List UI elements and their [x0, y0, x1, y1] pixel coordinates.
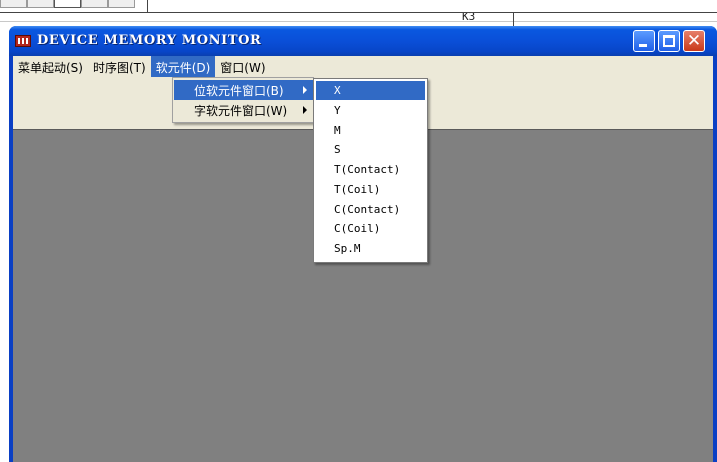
maximize-button[interactable]: [658, 30, 680, 52]
close-icon: ✕: [686, 31, 702, 51]
submenu-item-special-m[interactable]: Sp.M: [316, 239, 425, 258]
submenu-item-s[interactable]: S: [316, 140, 425, 159]
menu-window[interactable]: 窗口(W): [215, 56, 270, 77]
close-button[interactable]: ✕: [683, 30, 705, 52]
menu-item-word-device-window[interactable]: 字软元件窗口(W): [174, 100, 313, 120]
submenu-arrow-icon: [303, 86, 307, 94]
background-cell: [54, 0, 81, 8]
menu-start[interactable]: 菜单起动(S): [13, 56, 88, 77]
device-dropdown-menu: 位软元件窗口(B) 字软元件窗口(W): [172, 77, 314, 123]
menu-bar: 菜单起动(S) 时序图(T) 软元件(D) 窗口(W): [13, 56, 713, 77]
background-app-toolbar: K3: [0, 0, 717, 23]
menu-item-bit-device-window[interactable]: 位软元件窗口(B): [174, 80, 313, 100]
submenu-arrow-icon: [303, 106, 307, 114]
menu-item-label: 位软元件窗口(B): [194, 84, 284, 98]
background-cell: [0, 0, 27, 8]
menu-device[interactable]: 软元件(D): [150, 56, 216, 77]
submenu-item-c-coil[interactable]: C(Coil): [316, 219, 425, 238]
background-line: [513, 12, 514, 26]
menu-item-label: 字软元件窗口(W): [194, 104, 288, 118]
background-line: [0, 12, 717, 13]
maximize-icon: [663, 35, 675, 47]
menu-timing-chart[interactable]: 时序图(T): [88, 56, 151, 77]
submenu-item-y[interactable]: Y: [316, 101, 425, 120]
app-icon[interactable]: [15, 35, 31, 47]
minimize-icon: [639, 44, 647, 47]
submenu-item-t-coil[interactable]: T(Coil): [316, 180, 425, 199]
background-cell: [27, 0, 54, 8]
submenu-item-x[interactable]: X: [316, 81, 425, 100]
submenu-item-c-contact[interactable]: C(Contact): [316, 200, 425, 219]
submenu-item-t-contact[interactable]: T(Contact): [316, 160, 425, 179]
background-cell: [81, 0, 108, 8]
window-title: DEVICE MEMORY MONITOR: [37, 33, 262, 48]
title-bar[interactable]: DEVICE MEMORY MONITOR ✕: [9, 26, 717, 56]
background-cells: [0, 0, 135, 8]
submenu-item-m[interactable]: M: [316, 121, 425, 140]
background-cell: [108, 0, 135, 8]
minimize-button[interactable]: [633, 30, 655, 52]
background-line: [147, 0, 148, 12]
bit-device-submenu: X Y M S T(Contact) T(Coil) C(Contact) C(…: [313, 78, 428, 263]
